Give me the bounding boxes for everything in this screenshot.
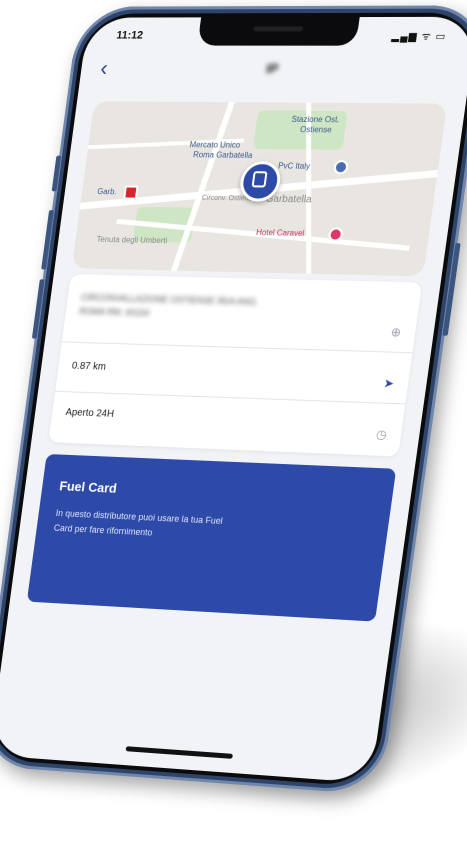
fuel-card-banner[interactable]: Fuel Card In questo distributore puoi us… <box>26 453 397 622</box>
distance-value: 0.87 km <box>71 360 107 373</box>
location-pin-icon[interactable] <box>332 159 349 175</box>
fuel-card-title: Fuel Card <box>58 478 118 496</box>
nav-bar: ‹ IP <box>78 51 467 93</box>
status-time: 11:12 <box>115 29 144 42</box>
status-icons: ▂▄▆ ᯤ ▭ <box>390 31 448 43</box>
map-label: Tenuta degli Umberti <box>96 234 168 246</box>
metro-icon <box>123 185 139 200</box>
fuel-pump-icon <box>251 171 268 188</box>
home-indicator[interactable] <box>125 746 233 759</box>
map-label: Ostiense <box>299 124 333 135</box>
station-map[interactable]: Mercato Unico Roma Garbatella Stazione O… <box>71 101 448 277</box>
copy-icon[interactable]: ⊕ <box>390 325 402 340</box>
map-label: Garb. <box>96 187 118 197</box>
notch <box>196 17 360 46</box>
address-row[interactable]: CIRCONVALLAZIONE OSTIENSE 95/A ANG. ROMA… <box>61 274 423 354</box>
opening-hours: Aperto 24H <box>64 407 115 420</box>
map-label: Roma Garbatella <box>192 150 254 161</box>
map-label: Stazione Ost. <box>290 114 341 125</box>
map-label: Hotel Caravel <box>255 227 305 238</box>
back-icon[interactable]: ‹ <box>99 55 109 80</box>
clock-icon: ◷ <box>375 427 388 442</box>
navigate-icon[interactable]: ➤ <box>383 376 395 391</box>
station-address: CIRCONVALLAZIONE OSTIENSE 95/A ANG. ROMA… <box>78 292 260 319</box>
hours-row: Aperto 24H ◷ <box>48 391 405 457</box>
fuel-card-description: In questo distributore puoi usare la tua… <box>53 507 224 538</box>
map-label: PvC Italy <box>277 161 311 171</box>
speaker <box>252 26 303 32</box>
map-label: Mercato Unico <box>189 140 241 150</box>
station-details-card: CIRCONVALLAZIONE OSTIENSE 95/A ANG. ROMA… <box>48 274 423 457</box>
page-title: IP <box>265 60 280 77</box>
